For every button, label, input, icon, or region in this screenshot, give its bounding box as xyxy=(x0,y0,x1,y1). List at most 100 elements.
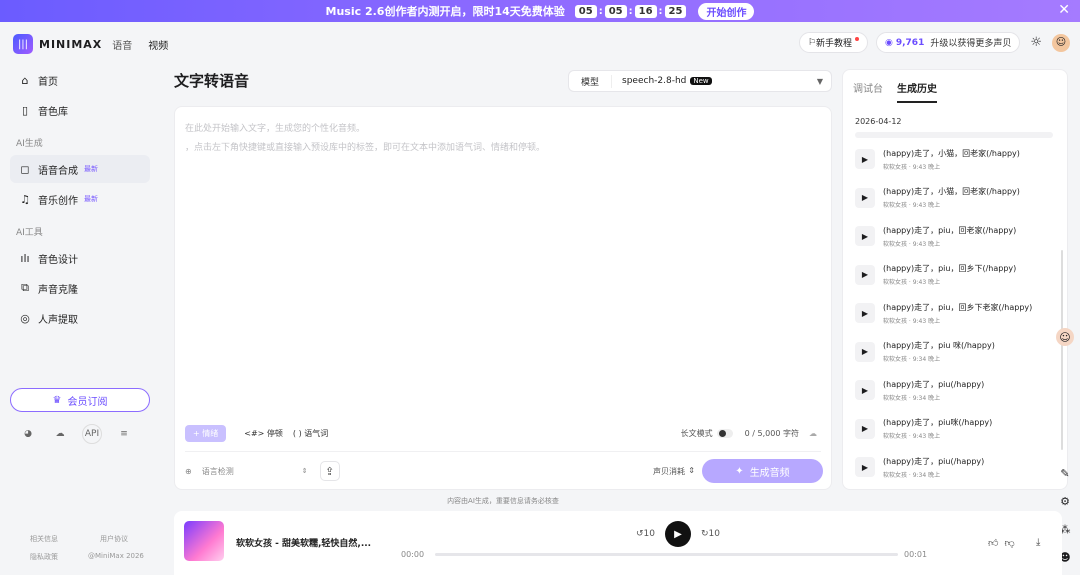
thumbs-up-icon[interactable]: 👍︎ xyxy=(988,537,998,549)
music-note-icon: ♫ xyxy=(20,192,30,206)
sidebar-item-label: 音色库 xyxy=(38,106,68,118)
progress-bar[interactable] xyxy=(435,553,898,556)
emotion-button[interactable]: + 情绪 xyxy=(185,425,227,442)
nav-tab-video[interactable]: 视频 xyxy=(148,37,168,52)
editor-status: 长文模式 0 / 5,000 字符 ☁ xyxy=(681,428,817,439)
rewind-seconds: 10 xyxy=(643,529,655,539)
sidebar-group-ai-tools: AI工具 xyxy=(16,228,43,238)
footer-related-info[interactable]: 相关信息 xyxy=(30,534,58,544)
rating-buttons: 👍︎ 👎︎ xyxy=(988,537,1021,549)
language-detect-select[interactable]: 语言检测 xyxy=(202,466,302,477)
menu-icon[interactable]: ≡ xyxy=(114,424,134,444)
footer-user-agreement[interactable]: 用户协议 xyxy=(100,534,128,544)
api-link[interactable]: API xyxy=(82,424,102,444)
ai-disclaimer: 内容由AI生成，重要信息请务必核查 xyxy=(447,497,559,505)
sidebar-item-vocal-extract[interactable]: ◎ 人声提取 xyxy=(10,304,150,332)
cloud-icon: ☁ xyxy=(809,429,817,438)
sidebar-item-voice-design[interactable]: ılı 音色设计 xyxy=(10,244,150,272)
sidebar-item-music[interactable]: ♫ 音乐创作 最新 xyxy=(10,185,150,213)
model-value: speech-2.8-hd xyxy=(622,76,687,86)
tutorial-button[interactable]: ⚐ 新手教程 xyxy=(798,32,868,53)
assistant-avatar-icon[interactable]: ☺ xyxy=(1056,328,1074,346)
clone-icon: ⧉ xyxy=(21,281,29,294)
history-item[interactable]: ▶ (happy)走了，piu(/happy) 软软女孩 · 9:34 晚上 xyxy=(843,448,1067,487)
footer-privacy-policy[interactable]: 隐私政策 xyxy=(30,552,58,562)
globe-icon: ⊕ xyxy=(185,466,192,476)
history-item[interactable]: ▶ (happy)走了，小猫，回老家(/happy) 软软女孩 · 9:43 晚上 xyxy=(843,179,1067,218)
play-icon[interactable]: ▶ xyxy=(855,226,875,247)
sidebar-item-home[interactable]: ⌂ 首页 xyxy=(10,66,150,94)
play-icon[interactable]: ▶ xyxy=(855,149,875,170)
play-icon[interactable]: ▶ xyxy=(855,187,875,208)
history-panel: 调试台 生成历史 2026-04-12 ▶ (happy)走了，小猫，回老家(/h… xyxy=(842,69,1068,490)
vip-subscribe-button[interactable]: ♛ 会员订阅 xyxy=(10,388,150,412)
history-item[interactable]: ▶ (happy)走了，piu(/happy) 软软女孩 · 9:34 晚上 xyxy=(843,371,1067,410)
history-item-text: (happy)走了，piu，回乡下(/happy) 软软女孩 · 9:43 晚上 xyxy=(883,263,1016,286)
history-item[interactable]: ▶ (happy)走了，piu，回老家(/happy) 软软女孩 · 9:43 晚上 xyxy=(843,217,1067,256)
pause-tool[interactable]: <#> 停顿 xyxy=(244,428,283,439)
generate-audio-button[interactable]: ✦ 生成音频 xyxy=(702,459,823,483)
settings-icon[interactable]: ⚙ xyxy=(1056,492,1074,510)
history-item-text: (happy)走了，piu(/happy) 软软女孩 · 9:34 晚上 xyxy=(883,379,984,402)
history-item-text: (happy)走了，piu，回老家(/happy) 软软女孩 · 9:43 晚上 xyxy=(883,225,1016,248)
sparkle-icon: ✦ xyxy=(735,465,744,477)
play-button[interactable]: ▶ xyxy=(665,521,691,547)
avatar[interactable]: ☺ xyxy=(1052,33,1070,52)
sun-icon[interactable]: ☼ xyxy=(1030,35,1042,50)
play-icon[interactable]: ▶ xyxy=(855,303,875,324)
select-arrow-icon: ⇕ xyxy=(301,467,308,475)
play-icon[interactable]: ▶ xyxy=(855,418,875,439)
upgrade-link[interactable]: 升级以获得更多声贝 xyxy=(930,36,1011,49)
feedback-icon[interactable]: ✎ xyxy=(1056,464,1074,482)
new-badge: 最新 xyxy=(84,195,98,203)
history-item-meta: 软软女孩 · 9:43 晚上 xyxy=(883,433,941,441)
audio-player: 软软女孩 - 甜美软糯,轻快自然,... ↺10 ▶ ↻10 00:00 00:… xyxy=(174,511,1062,575)
nav-tab-voice[interactable]: 语音 xyxy=(112,37,132,52)
history-item[interactable]: ▶ (happy)走了，piu，回乡下老家(/happy) 软软女孩 · 9:43 … xyxy=(843,294,1067,333)
history-item[interactable]: ▶ (happy)走了，piu，回乡下(/happy) 软软女孩 · 9:43 晚上 xyxy=(843,256,1067,295)
discord-icon[interactable]: ◕ xyxy=(18,424,38,444)
model-select[interactable]: 模型 speech-2.8-hd New ▼ xyxy=(568,70,832,92)
total-time: 00:01 xyxy=(904,550,928,559)
history-item[interactable]: ▶ (happy)走了，piu 咪(/happy) 软软女孩 · 9:34 晚上 xyxy=(843,333,1067,372)
logo[interactable]: ||| MINIMAX xyxy=(13,34,102,54)
history-tabs: 调试台 生成历史 xyxy=(843,70,1067,103)
sidebar-item-voice-clone[interactable]: ⧉ 声音克隆 xyxy=(10,274,150,302)
sidebar-item-label: 语音合成 xyxy=(38,165,78,177)
speech-bubble-icon: ◻ xyxy=(20,162,30,176)
wechat-icon[interactable]: ☁ xyxy=(50,424,70,444)
download-icon[interactable]: ⤓ xyxy=(1036,537,1040,548)
divider xyxy=(185,451,821,452)
upload-icon[interactable]: ⇪ xyxy=(319,461,340,481)
play-icon[interactable]: ▶ xyxy=(855,457,875,478)
chevron-down-icon: ▼ xyxy=(816,76,823,86)
history-item[interactable]: ▶ (happy)走了，小猫，回老家(/happy) 软软女孩 · 9:43 晚上 xyxy=(843,140,1067,179)
editor-toolbar: + 情绪 <#> 停顿 ( ) 语气词 xyxy=(185,425,328,442)
forward-10-icon[interactable]: ↻10 xyxy=(701,529,720,539)
start-create-button[interactable]: 开始创作 xyxy=(698,2,755,20)
editor-placeholder-line1: 在此处开始输入文字，生成您的个性化音频。 xyxy=(185,124,366,134)
scrollbar[interactable] xyxy=(1061,250,1063,450)
history-item-title: (happy)走了，piu(/happy) xyxy=(883,379,985,389)
home-icon: ⌂ xyxy=(21,73,29,87)
player-controls: ↺10 ▶ ↻10 xyxy=(626,521,730,547)
long-text-toggle[interactable] xyxy=(716,429,733,438)
sidebar-item-tts[interactable]: ◻ 语音合成 最新 xyxy=(10,155,150,183)
play-icon[interactable]: ▶ xyxy=(855,380,875,401)
tab-history[interactable]: 生成历史 xyxy=(897,80,937,103)
history-item-text: (happy)走了，小猫，回老家(/happy) 软软女孩 · 9:43 晚上 xyxy=(883,148,1020,171)
tone-tool[interactable]: ( ) 语气词 xyxy=(293,428,328,439)
history-item-meta: 软软女孩 · 9:43 晚上 xyxy=(883,163,941,171)
credits-pill[interactable]: ◉ 9,761 升级以获得更多声贝 xyxy=(876,32,1021,53)
tab-debug[interactable]: 调试台 xyxy=(853,80,883,103)
play-icon[interactable]: ▶ xyxy=(855,341,875,362)
history-item[interactable]: ▶ (happy)走了，piu咪(/happy) 软软女孩 · 9:43 晚上 xyxy=(843,410,1067,449)
text-editor[interactable]: 在此处开始输入文字，生成您的个性化音频。 ，点击左下角快捷键或直接输入预设库中的… xyxy=(174,106,832,490)
sidebar-item-voice-library[interactable]: ▯ 音色库 xyxy=(10,96,150,124)
close-icon[interactable]: ✕ xyxy=(1058,2,1070,18)
play-icon[interactable]: ▶ xyxy=(855,264,875,285)
rewind-10-icon[interactable]: ↺10 xyxy=(636,529,655,539)
history-date: 2026-04-12 xyxy=(855,117,902,126)
thumbs-down-icon[interactable]: 👎︎ xyxy=(1004,537,1014,549)
timer-seconds: 25 xyxy=(664,4,687,18)
